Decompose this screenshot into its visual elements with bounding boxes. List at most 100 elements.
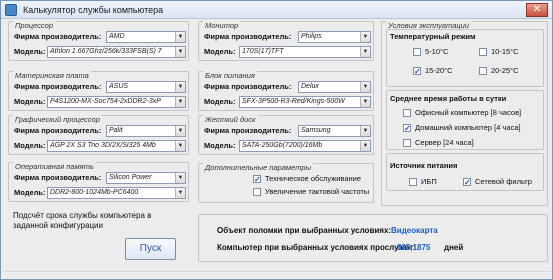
motherboard-maker-select[interactable]: ASUS ▼	[106, 81, 186, 93]
temperature-title: Температурный режим	[390, 32, 476, 41]
psu-maker-select[interactable]: Delux ▼	[298, 81, 371, 93]
gpu-model-select[interactable]: AGP 2X S3 Trio 3D/2X/Si325 4Mb ▼	[47, 140, 186, 152]
chevron-down-icon[interactable]: ▼	[175, 97, 185, 107]
extra-params-group: Дополнительные параметры ✓ Техническое о…	[198, 163, 374, 203]
app-icon	[5, 4, 17, 16]
overclock-label: Увеличение тактовой частоты	[265, 187, 370, 196]
temp-15-20-checkbox[interactable]: ✓	[413, 67, 421, 76]
temperature-group: Температурный режим 5-10°C 10-15°C ✓ 15-…	[386, 29, 544, 87]
power-group: Источник питания ИБП ✓ Сетевой фильтр	[386, 153, 544, 191]
temp-20-25-checkbox[interactable]	[479, 67, 487, 75]
group-title: Графический процессор	[13, 115, 102, 124]
model-label: Модель:	[204, 97, 236, 106]
ram-group: Оперативная память Фирма производитель: …	[8, 162, 189, 202]
gpu-maker-select[interactable]: Palit ▼	[106, 125, 186, 137]
psu-model-select[interactable]: SFX-3P500-R3-Red/Kings-500W ▼	[239, 96, 371, 108]
group-title: Оперативная память	[13, 162, 96, 171]
chevron-down-icon[interactable]: ▼	[360, 126, 370, 136]
cpu-group: Процессор Фирма производитель: AMD ▼ Моде…	[8, 21, 189, 61]
ups-label: ИБП	[421, 177, 437, 186]
lifetime-value: 835,1875	[397, 243, 431, 252]
lifetime-unit: дней	[444, 243, 464, 252]
hdd-group: Жесткий диск Фирма производитель: Samsun…	[198, 115, 374, 155]
model-label: Модель:	[204, 47, 236, 56]
surge-filter-checkbox[interactable]: ✓	[463, 178, 471, 187]
power-title: Источник питания	[390, 161, 458, 170]
surge-filter-label: Сетевой фильтр	[475, 177, 532, 186]
conditions-group: Условия эксплуатации Температурный режим…	[381, 21, 548, 206]
cpu-maker-select[interactable]: AMD ▼	[106, 31, 186, 43]
group-title: Дополнительные параметры	[203, 163, 314, 172]
maker-label: Фирма производитель:	[14, 173, 102, 182]
window-title: Калькулятор службы компьютера	[23, 5, 164, 15]
server-label: Сервер [24 часа]	[415, 138, 474, 147]
chevron-down-icon[interactable]: ▼	[360, 97, 370, 107]
home-checkbox[interactable]: ✓	[403, 124, 411, 133]
chevron-down-icon[interactable]: ▼	[175, 126, 185, 136]
chevron-down-icon[interactable]: ▼	[175, 82, 185, 92]
temp-10-15-label: 10-15°C	[491, 47, 519, 56]
hdd-maker-select[interactable]: Samsung ▼	[298, 125, 371, 137]
model-label: Модель:	[14, 97, 46, 106]
hdd-model-select[interactable]: SATA-250Gb(7200)/16Mb ▼	[239, 140, 371, 152]
group-title: Блок питания	[203, 71, 257, 80]
monitor-model-select[interactable]: 170S(17)TFT ▼	[239, 46, 371, 58]
monitor-group: Монитор Фирма производитель: Philips ▼ Мо…	[198, 21, 374, 61]
chevron-down-icon[interactable]: ▼	[360, 47, 370, 57]
maintenance-label: Техническое обслуживание	[265, 174, 361, 183]
server-checkbox[interactable]	[403, 139, 411, 147]
maker-label: Фирма производитель:	[14, 82, 102, 91]
chevron-down-icon[interactable]: ▼	[175, 47, 185, 57]
description-text: Подсчёт срока службы компьютера в заданн…	[13, 211, 152, 230]
footer-divider	[3, 271, 550, 277]
maker-label: Фирма производитель:	[14, 126, 102, 135]
home-label: Домашний компьютер [4 часа]	[415, 123, 521, 132]
cpu-model-select[interactable]: Athlon 1.667Ghz/256k/333FSB(S) 7 ▼	[47, 46, 186, 58]
temp-5-10-checkbox[interactable]	[413, 48, 421, 56]
close-button[interactable]: ✕	[526, 3, 548, 17]
overclock-checkbox[interactable]	[253, 188, 261, 196]
motherboard-group: Материнская плата Фирма производитель: A…	[8, 71, 189, 111]
usage-title: Среднее время работы в сутки	[390, 94, 507, 103]
maker-label: Фирма производитель:	[204, 32, 292, 41]
weak-point-label: Объект поломки при выбранных условиях:	[217, 226, 392, 235]
chevron-down-icon[interactable]: ▼	[360, 32, 370, 42]
psu-group: Блок питания Фирма производитель: Delux ▼…	[198, 71, 374, 111]
chevron-down-icon[interactable]: ▼	[175, 32, 185, 42]
gpu-group: Графический процессор Фирма производител…	[8, 115, 189, 155]
main-window: Калькулятор службы компьютера ✕ Процессо…	[0, 0, 553, 280]
maintenance-checkbox[interactable]: ✓	[253, 175, 261, 184]
model-label: Модель:	[14, 141, 46, 150]
usage-group: Среднее время работы в сутки Офисный ком…	[386, 90, 544, 150]
chevron-down-icon[interactable]: ▼	[175, 141, 185, 151]
maker-label: Фирма производитель:	[204, 126, 292, 135]
chevron-down-icon[interactable]: ▼	[175, 173, 185, 183]
result-panel: Объект поломки при выбранных условиях: В…	[198, 214, 548, 262]
group-title: Процессор	[13, 21, 55, 30]
group-title: Материнская плата	[13, 71, 91, 80]
maker-label: Фирма производитель:	[14, 32, 102, 41]
temp-5-10-label: 5-10°C	[425, 47, 449, 56]
monitor-maker-select[interactable]: Philips ▼	[298, 31, 371, 43]
office-checkbox[interactable]	[403, 109, 411, 117]
weak-point-value: Видеокарта	[391, 226, 438, 235]
model-label: Модель:	[14, 47, 46, 56]
temp-10-15-checkbox[interactable]	[479, 48, 487, 56]
chevron-down-icon[interactable]: ▼	[175, 188, 185, 198]
start-button[interactable]: Пуск	[125, 238, 176, 260]
ram-maker-select[interactable]: Silicon Power ▼	[106, 172, 186, 184]
chevron-down-icon[interactable]: ▼	[360, 82, 370, 92]
temp-20-25-label: 20-25°C	[491, 66, 519, 75]
motherboard-model-select[interactable]: P4S1200-MX-Soc754-2xDDR2-3xP ▼	[47, 96, 186, 108]
ups-checkbox[interactable]	[409, 178, 417, 186]
maker-label: Фирма производитель:	[204, 82, 292, 91]
office-label: Офисный компьютер [8 часов]	[415, 108, 522, 117]
title-bar: Калькулятор службы компьютера ✕	[1, 1, 552, 19]
temp-15-20-label: 15-20°C	[425, 66, 453, 75]
lifetime-label: Компьютер при выбранных условиях прослуж…	[217, 243, 416, 252]
chevron-down-icon[interactable]: ▼	[360, 141, 370, 151]
ram-model-select[interactable]: DDR2-800-1024Mb-PC6400 ▼	[47, 187, 186, 199]
model-label: Модель:	[204, 141, 236, 150]
group-title: Жесткий диск	[203, 115, 258, 124]
group-title: Монитор	[203, 21, 241, 30]
